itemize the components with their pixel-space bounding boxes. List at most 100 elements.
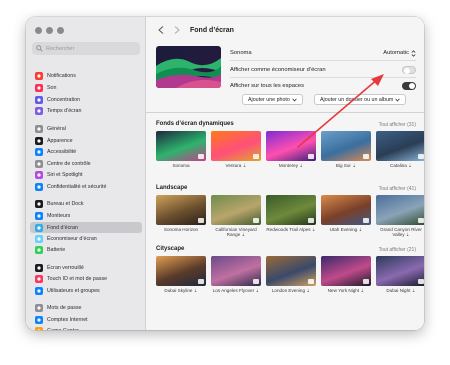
- wallpaper-thumbnail[interactable]: [321, 131, 371, 161]
- wallpaper-thumbnail[interactable]: [211, 195, 261, 225]
- sidebar-item-label: Économiseur d’écran: [47, 235, 97, 242]
- sidebar-item[interactable]: Utilisateurs et groupes: [30, 285, 142, 296]
- sidebar-item-label: Écran verrouillé: [47, 264, 84, 271]
- wallpaper-label: Dubai Skyline ⇣: [164, 288, 198, 293]
- page-title: Fond d’écran: [190, 26, 234, 34]
- sidebar-item[interactable]: Temps d’écran: [30, 105, 142, 116]
- wallpaper-thumbnail[interactable]: [266, 131, 316, 161]
- chevron-right-icon: [174, 26, 180, 34]
- sidebar-item[interactable]: Notifications: [30, 70, 142, 81]
- sidebar-item[interactable]: Mots de passe: [30, 302, 142, 313]
- separator: [230, 76, 416, 77]
- sidebar-item[interactable]: Économiseur d’écran: [30, 233, 142, 244]
- video-badge-icon: [253, 154, 259, 159]
- up-down-chevron-icon: [411, 49, 416, 57]
- section-title: Fonds d’écran dynamiques: [156, 121, 234, 127]
- wallpaper-label: New York Night ⇣: [327, 288, 365, 293]
- sidebar-item[interactable]: Apparence: [30, 135, 142, 146]
- wallpaper-thumbnail[interactable]: [211, 256, 261, 286]
- all-spaces-toggle[interactable]: [402, 82, 416, 90]
- sidebar-item[interactable]: Bureau et Dock: [30, 198, 142, 209]
- sidebar-item[interactable]: Batterie: [30, 244, 142, 255]
- wallpaper-thumbnail[interactable]: [376, 131, 424, 161]
- wallpaper-label: Dubai Night ⇣: [386, 288, 416, 293]
- wallpaper-thumbnail[interactable]: [266, 256, 316, 286]
- screensaver-row: Afficher comme économiseur d’écran: [230, 63, 416, 77]
- video-badge-icon: [198, 218, 204, 223]
- wallpaper-label: Utah Evening ⇣: [329, 227, 363, 232]
- wallpaper-thumbnail[interactable]: [156, 195, 206, 225]
- display-icon: [35, 211, 43, 220]
- settings-window: Rechercher Notifications Son Concentration…: [26, 17, 424, 330]
- add-folder-button[interactable]: Ajouter un dossier ou un album: [314, 94, 407, 105]
- dock-icon: [35, 199, 43, 208]
- chevron-down-icon: [395, 98, 401, 102]
- sidebar-item-label: Comptes Internet: [47, 316, 88, 323]
- all-spaces-label: Afficher sur tous les espaces: [230, 83, 305, 89]
- sidebar-item[interactable]: Concentration: [30, 94, 142, 105]
- wallpaper-thumbnail[interactable]: [156, 256, 206, 286]
- sidebar-item[interactable]: Son: [30, 82, 142, 93]
- show-all-link[interactable]: Tout afficher (31): [379, 122, 416, 128]
- wallpaper-thumbnail[interactable]: [156, 131, 206, 161]
- sidebar-item[interactable]: Fond d’écran: [30, 222, 142, 233]
- sidebar-item-label: Fond d’écran: [47, 224, 78, 231]
- sidebar-item-label: Centre de contrôle: [47, 160, 91, 167]
- wallpaper-thumbnail[interactable]: [321, 256, 371, 286]
- wallpaper-thumbnail[interactable]: [376, 195, 424, 225]
- sidebar-item-label: Concentration: [47, 96, 80, 103]
- wallpaper-label: London Evening ⇣: [271, 288, 311, 293]
- section-title: Cityscape: [156, 246, 185, 252]
- screensaver-toggle[interactable]: [402, 65, 416, 74]
- bell-icon: [35, 71, 43, 80]
- moon-icon: [35, 95, 43, 104]
- gear-icon: [35, 124, 43, 133]
- divider: [146, 112, 424, 113]
- sidebar-item-label: Son: [47, 84, 57, 91]
- search-placeholder: Rechercher: [46, 45, 75, 52]
- video-badge-icon: [418, 218, 424, 223]
- wallpaper-thumbnail[interactable]: [376, 256, 424, 286]
- sidebar-item[interactable]: Game Center: [30, 325, 142, 330]
- sidebar-item-label: Moniteurs: [47, 212, 71, 219]
- wallpaper-thumbnail[interactable]: [266, 195, 316, 225]
- forward-button[interactable]: [172, 25, 182, 35]
- sidebar-item[interactable]: Général: [30, 123, 142, 134]
- zoom-button[interactable]: [57, 27, 64, 34]
- show-all-link[interactable]: Tout afficher (41): [379, 186, 416, 192]
- sidebar-item-label: Mots de passe: [47, 304, 82, 311]
- sidebar-item[interactable]: Confidentialité et sécurité: [30, 181, 142, 192]
- hand-icon: [35, 182, 43, 191]
- accessibility-icon: [35, 147, 43, 156]
- fingerprint-icon: [35, 274, 43, 283]
- add-photo-button[interactable]: Ajouter une photo: [242, 94, 303, 105]
- wallpaper-label: Ventura ⇣: [225, 163, 247, 168]
- window-controls: [35, 27, 64, 34]
- wallpaper-thumbnail[interactable]: [321, 195, 371, 225]
- back-button[interactable]: [156, 25, 166, 35]
- sidebar-item[interactable]: Siri et Spotlight: [30, 169, 142, 180]
- show-all-link[interactable]: Tout afficher (21): [379, 247, 416, 253]
- battery-icon: [35, 245, 43, 254]
- mode-dropdown[interactable]: Automatic: [383, 49, 416, 57]
- sidebar-item[interactable]: Comptes Internet: [30, 314, 142, 325]
- control-center-icon: [35, 159, 43, 168]
- close-button[interactable]: [35, 27, 42, 34]
- search-input[interactable]: Rechercher: [32, 42, 140, 55]
- hourglass-icon: [35, 106, 43, 115]
- wallpaper-thumbnail[interactable]: [211, 131, 261, 161]
- sidebar-item[interactable]: Écran verrouillé: [30, 262, 142, 273]
- chevron-left-icon: [158, 26, 164, 34]
- video-badge-icon: [363, 154, 369, 159]
- sidebar-item[interactable]: Touch ID et mot de passe: [30, 273, 142, 284]
- video-badge-icon: [253, 279, 259, 284]
- minimize-button[interactable]: [46, 27, 53, 34]
- sidebar-item-label: Apparence: [47, 137, 73, 144]
- sidebar-item[interactable]: Moniteurs: [30, 210, 142, 221]
- screensaver-label: Afficher comme économiseur d’écran: [230, 66, 326, 73]
- wallpaper-label: Los Angeles Flyover ⇣: [212, 288, 260, 293]
- video-badge-icon: [308, 154, 314, 159]
- sidebar-item[interactable]: Centre de contrôle: [30, 158, 142, 169]
- toolbar: Fond d’écran: [146, 17, 424, 43]
- sidebar-item[interactable]: Accessibilité: [30, 146, 142, 157]
